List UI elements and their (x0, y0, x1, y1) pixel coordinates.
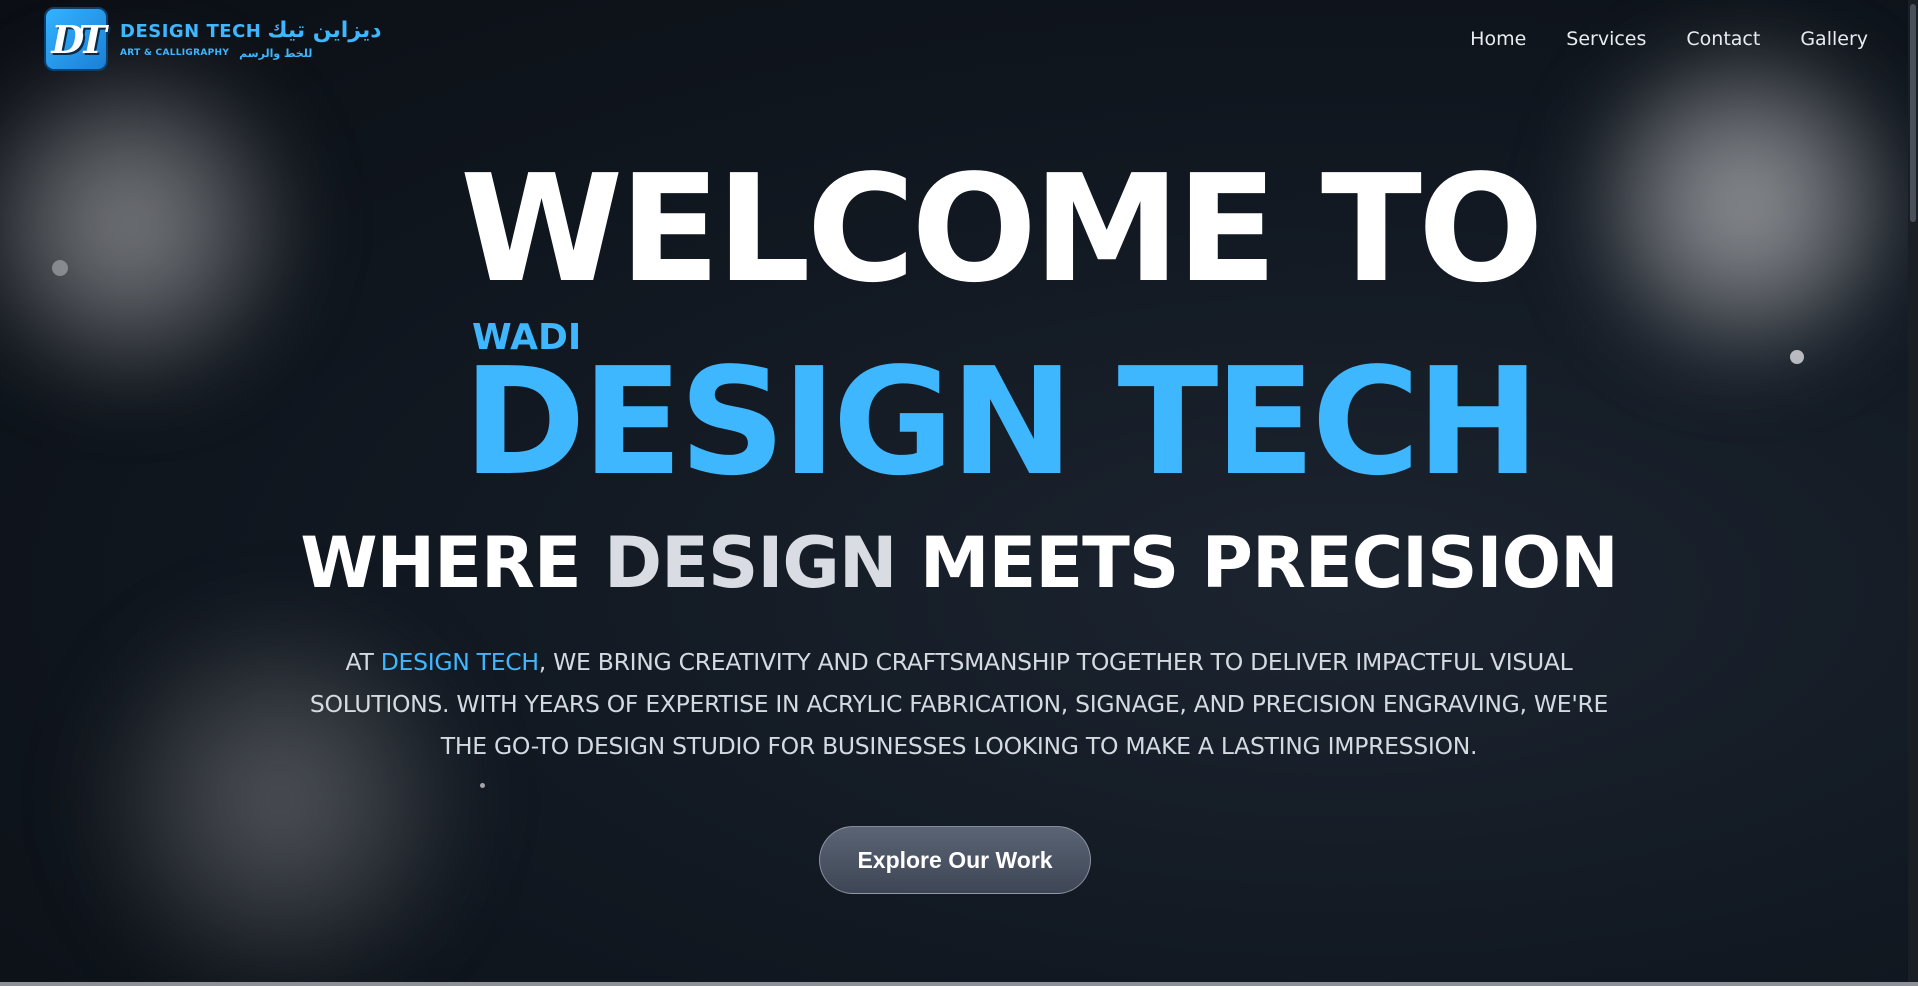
explore-our-work-button[interactable]: Explore Our Work (819, 826, 1091, 894)
hero-brand-heading: DESIGN TECH (463, 336, 1540, 508)
page: DT DESIGN TECH ديزاين تيك ART & CALLIGRA… (0, 0, 1918, 986)
nav-link-contact[interactable]: Contact (1686, 28, 1760, 50)
tagline-part: WHERE (300, 522, 605, 604)
main-nav: Home Services Contact Gallery (1470, 28, 1868, 50)
tagline-part: MEETS PRECISION (896, 522, 1619, 604)
site-header: DT DESIGN TECH ديزاين تيك ART & CALLIGRA… (0, 0, 1918, 78)
logo-name-en: DESIGN TECH (120, 20, 262, 42)
hero-tagline: WHERE DESIGN MEETS PRECISION (0, 528, 1918, 598)
scrollbar-thumb[interactable] (1910, 4, 1916, 222)
logo-wordmark: DESIGN TECH ديزاين تيك ART & CALLIGRAPHY… (120, 17, 382, 60)
logo-name-ar: ديزاين تيك (267, 17, 382, 43)
logo-mark-icon: DT (44, 7, 108, 71)
tagline-part: DESIGN (604, 522, 897, 604)
nav-link-gallery[interactable]: Gallery (1800, 28, 1868, 50)
nav-link-home[interactable]: Home (1470, 28, 1526, 50)
page-scrollbar[interactable] (1908, 0, 1918, 986)
logo-glyph: DT (51, 16, 106, 62)
hero-section: WELCOME TO WADI DESIGN TECH WHERE DESIGN… (0, 0, 1918, 986)
window-bottom-edge (0, 982, 1918, 986)
logo-subtitle-ar: للخط والرسم (239, 46, 313, 60)
nav-link-services[interactable]: Services (1566, 28, 1646, 50)
site-logo[interactable]: DT DESIGN TECH ديزاين تيك ART & CALLIGRA… (44, 7, 382, 71)
description-lead: AT (345, 648, 381, 676)
logo-subtitle-en: ART & CALLIGRAPHY (120, 47, 230, 58)
hero-description: AT DESIGN TECH, WE BRING CREATIVITY AND … (300, 641, 1618, 767)
hero-welcome-heading: WELCOME TO (460, 143, 1544, 315)
description-highlight: DESIGN TECH (380, 648, 539, 676)
